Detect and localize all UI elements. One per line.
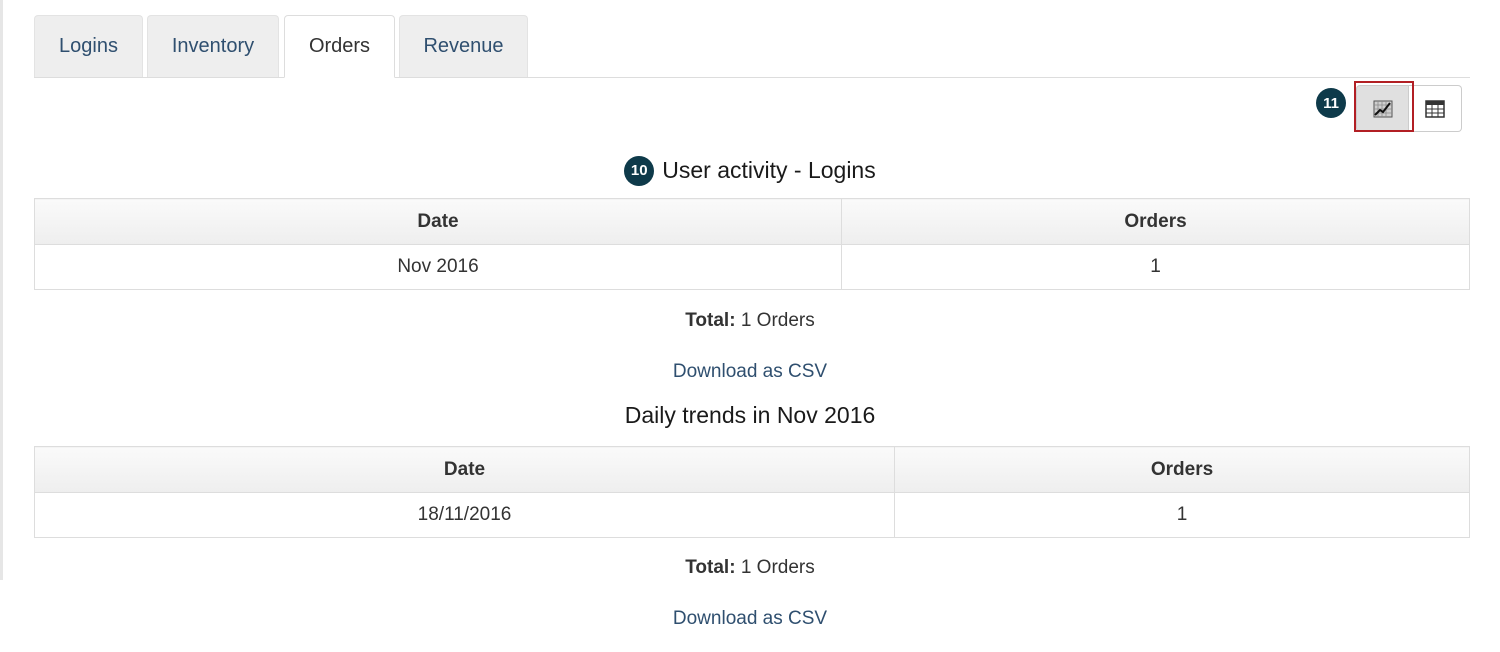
column-header-date: Date: [34, 446, 895, 493]
table-header-row: Date Orders: [34, 446, 1470, 493]
view-toggle: [1356, 85, 1462, 132]
daily-table: Date Orders 18/11/2016 1: [34, 446, 1470, 538]
table-icon: [1425, 99, 1445, 118]
monthly-table: Date Orders Nov 2016 1: [34, 198, 1470, 290]
report-tabs: Logins Inventory Orders Revenue: [34, 15, 1470, 78]
section-title-monthly: 10 User activity - Logins: [0, 154, 1500, 186]
step-badge-10: 10: [624, 155, 655, 186]
table-row: 18/11/2016 1: [34, 492, 1470, 538]
column-header-orders: Orders: [841, 198, 1470, 245]
table-view-button[interactable]: [1409, 85, 1462, 132]
column-header-date: Date: [34, 198, 842, 245]
tab-revenue[interactable]: Revenue: [399, 15, 528, 77]
section-title-daily: Daily trends in Nov 2016: [0, 402, 1500, 429]
total-label: Total:: [685, 557, 736, 578]
download-csv-link[interactable]: Download as CSV: [673, 608, 827, 629]
table-row: Nov 2016 1: [34, 244, 1470, 290]
table-cell-date: Nov 2016: [34, 244, 842, 290]
table-header-row: Date Orders: [34, 198, 1470, 245]
total-value: 1 Orders: [740, 557, 815, 578]
chart-view-button[interactable]: [1356, 85, 1409, 132]
daily-title: Daily trends in Nov 2016: [624, 402, 876, 428]
table-cell-date: 18/11/2016: [34, 492, 895, 538]
total-label: Total:: [685, 310, 736, 331]
step-badge-11: 11: [1316, 88, 1346, 118]
tab-logins[interactable]: Logins: [34, 15, 143, 77]
chart-icon: [1373, 100, 1392, 117]
total-value: 1 Orders: [740, 310, 815, 331]
table-cell-orders: 1: [841, 244, 1470, 290]
page-title: User activity - Logins: [662, 157, 876, 183]
daily-download-row: Download as CSV: [0, 608, 1500, 630]
monthly-download-row: Download as CSV: [0, 361, 1500, 383]
column-header-orders: Orders: [894, 446, 1470, 493]
page-left-border: [0, 0, 3, 580]
table-cell-orders: 1: [894, 492, 1470, 538]
download-csv-link[interactable]: Download as CSV: [673, 361, 827, 382]
daily-total: Total: 1 Orders: [0, 557, 1500, 579]
monthly-total: Total: 1 Orders: [0, 310, 1500, 332]
tab-orders[interactable]: Orders: [284, 15, 395, 78]
tab-inventory[interactable]: Inventory: [147, 15, 279, 77]
